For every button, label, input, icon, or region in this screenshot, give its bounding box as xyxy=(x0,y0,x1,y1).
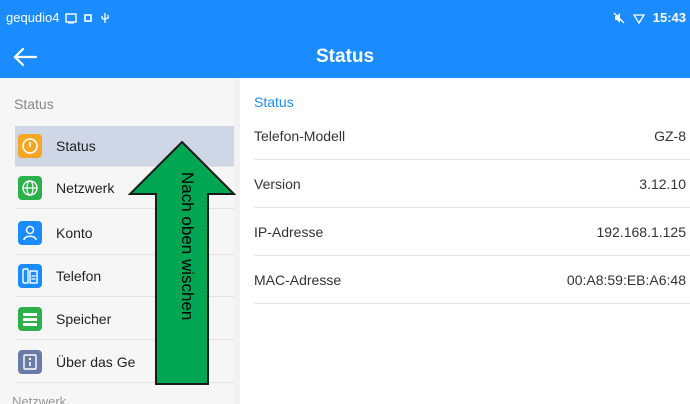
storage-icon xyxy=(18,307,42,331)
sidebar-item-label: Telefon xyxy=(56,268,102,284)
status-bar-right: 15:43 xyxy=(613,10,686,25)
sidebar-section-header: Status xyxy=(14,96,54,112)
desk-phone-icon xyxy=(18,264,42,288)
sidebar-item-label: Konto xyxy=(56,225,93,241)
page-title: Status xyxy=(315,46,375,67)
info-row-value: 192.168.1.125 xyxy=(596,224,686,240)
status-bar-time: 15:43 xyxy=(652,10,686,25)
info-row-value: GZ-8 xyxy=(654,128,686,144)
info-row-mac-address: MAC-Adresse 00:A8:59:EB:A6:48 xyxy=(254,256,690,304)
cast-icon xyxy=(64,12,77,23)
info-row-label: IP-Adresse xyxy=(254,224,324,240)
info-row-label: MAC-Adresse xyxy=(254,272,342,288)
status-detail-panel: Status Telefon-Modell GZ-8 Version 3.12.… xyxy=(240,78,690,404)
globe-icon xyxy=(18,176,42,200)
user-icon xyxy=(18,221,42,245)
info-row-phone-model: Telefon-Modell GZ-8 xyxy=(254,112,690,160)
section-title: Status xyxy=(254,94,294,110)
system-status-bar: gequdio4 15:43 xyxy=(0,0,690,36)
status-bar-left: gequdio4 xyxy=(6,10,111,25)
app-bar: Status xyxy=(0,36,690,78)
info-icon xyxy=(18,350,42,374)
sim-card-icon xyxy=(83,13,92,22)
info-row-label: Version xyxy=(254,176,301,192)
info-row-version: Version 3.12.10 xyxy=(254,160,690,208)
sidebar-item-label: Netzwerk xyxy=(56,180,115,196)
usb-icon xyxy=(100,12,109,23)
sidebar-item-label: Speicher xyxy=(56,311,112,327)
mute-icon xyxy=(613,12,625,23)
wifi-icon xyxy=(632,13,645,24)
swipe-instruction-text: Nach oben wischen xyxy=(178,172,197,321)
info-row-ip-address: IP-Adresse 192.168.1.125 xyxy=(254,208,690,256)
info-row-value: 00:A8:59:EB:A6:48 xyxy=(566,272,686,288)
info-row-value: 3.12.10 xyxy=(639,176,686,192)
status-bar-user: gequdio4 xyxy=(6,10,60,25)
sidebar-item-label: Status xyxy=(56,138,96,154)
sidebar-section-header-netzwerk: Netzwerk xyxy=(12,394,67,404)
clock-icon xyxy=(18,134,42,158)
sidebar-item-label: Über das Ge xyxy=(56,354,136,370)
info-row-label: Telefon-Modell xyxy=(254,128,346,144)
